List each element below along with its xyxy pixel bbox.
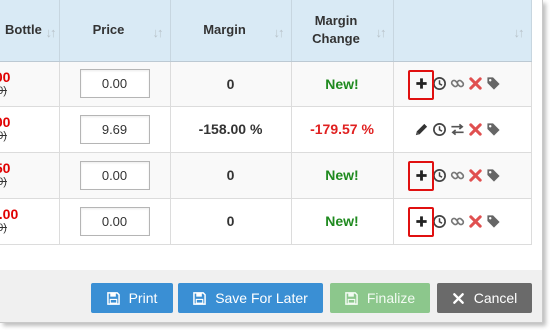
actions-cell: [393, 61, 532, 107]
column-header-margin-change-label-1: Margin: [314, 13, 358, 29]
margin-change-cell: -179.57 %: [291, 106, 394, 153]
column-header-margin-change[interactable]: Margin Change ↓↑: [291, 0, 394, 62]
bottle-new-price: .50: [0, 160, 11, 176]
clock-icon[interactable]: [432, 76, 447, 92]
bottle-old-price: 50): [0, 130, 7, 142]
margin-change-cell: New!: [291, 61, 394, 107]
delete-x-icon[interactable]: [468, 76, 483, 92]
margin-cell: 0: [170, 152, 292, 199]
clock-icon[interactable]: [432, 168, 447, 184]
print-button-label: Print: [128, 290, 158, 306]
actions-cell: [393, 198, 532, 245]
tag-icon[interactable]: [486, 214, 501, 230]
save-for-later-button[interactable]: Save For Later: [178, 283, 323, 313]
bottle-cell: .50 00): [0, 152, 60, 199]
column-header-price[interactable]: Price ↓↑: [59, 0, 171, 62]
save-for-later-button-label: Save For Later: [215, 290, 308, 306]
finalize-button-label: Finalize: [366, 290, 416, 306]
bottle-new-price: 0.00: [0, 206, 19, 222]
close-icon: [452, 292, 464, 304]
link-icon[interactable]: [450, 214, 465, 230]
margin-cell: 0: [170, 61, 292, 107]
tag-icon[interactable]: [486, 168, 501, 184]
delete-x-icon[interactable]: [468, 122, 483, 138]
table-row: .50 00) 0 New!: [0, 152, 532, 199]
margin-change-cell: New!: [291, 198, 394, 245]
bottle-cell: 0.00 00): [0, 198, 60, 245]
price-cell: [59, 61, 171, 107]
save-disk-icon: [193, 291, 207, 305]
bottle-new-price: .00: [0, 114, 11, 130]
margin-value: 0: [226, 213, 235, 229]
cancel-button-label: Cancel: [473, 290, 518, 306]
actions-cell: [393, 106, 532, 153]
plus-icon[interactable]: [414, 214, 429, 230]
pencil-icon[interactable]: [414, 122, 429, 138]
actions-cell: [393, 152, 532, 199]
margin-change-value: New!: [325, 213, 359, 229]
cancel-button[interactable]: Cancel: [437, 283, 532, 313]
bottle-new-price: .00: [0, 68, 11, 85]
save-disk-icon: [106, 291, 120, 305]
margin-change-value: -179.57 %: [310, 121, 374, 137]
bottle-old-price: 00): [0, 222, 7, 234]
margin-change-value: New!: [325, 75, 359, 92]
margin-cell: -158.00 %: [170, 106, 292, 153]
button-bar: Print Save For Later Finalize Cancel: [0, 270, 542, 322]
column-header-price-label: Price: [92, 22, 125, 38]
plus-icon[interactable]: [414, 168, 429, 184]
sort-icon[interactable]: ↓↑: [376, 24, 387, 42]
bottle-old-price: 00): [0, 176, 7, 188]
plus-icon[interactable]: [414, 76, 429, 92]
column-header-margin-label: Margin: [203, 22, 246, 38]
price-cell: [59, 152, 171, 199]
price-cell: [59, 198, 171, 245]
margin-value: 0: [226, 167, 235, 183]
bottle-old-price: 00): [0, 84, 7, 97]
delete-x-icon[interactable]: [468, 168, 483, 184]
finalize-button[interactable]: Finalize: [330, 283, 430, 313]
sort-icon[interactable]: ↓↑: [46, 24, 57, 42]
save-disk-icon: [345, 291, 358, 305]
bottle-cell: .00 50): [0, 106, 60, 153]
margin-value: -158.00 %: [198, 121, 263, 137]
margin-cell: 0: [170, 198, 292, 245]
exchange-icon[interactable]: [450, 122, 465, 138]
price-input[interactable]: [79, 160, 150, 190]
print-button[interactable]: Print: [91, 283, 173, 313]
margin-change-value: New!: [325, 167, 359, 183]
price-cell: [59, 106, 171, 153]
delete-x-icon[interactable]: [468, 214, 483, 230]
column-header-margin-change-label-2: Change: [312, 31, 360, 47]
table-row: .00 50) -158.00 % -179.57 %: [0, 106, 532, 153]
pricing-table: Bottle ↓↑ Price ↓↑ Margin ↓↑ Margin Chan…: [0, 0, 532, 245]
link-icon[interactable]: [450, 76, 465, 92]
sort-icon[interactable]: ↓↑: [153, 24, 164, 42]
column-header-bottle[interactable]: Bottle ↓↑: [0, 0, 60, 62]
price-input[interactable]: [79, 114, 150, 144]
column-header-margin[interactable]: Margin ↓↑: [170, 0, 292, 62]
tag-icon[interactable]: [486, 122, 501, 138]
margin-change-cell: New!: [291, 152, 394, 199]
clock-icon[interactable]: [432, 214, 447, 230]
pricing-panel: Bottle ↓↑ Price ↓↑ Margin ↓↑ Margin Chan…: [0, 0, 543, 323]
sort-icon[interactable]: ↓↑: [274, 24, 285, 42]
table-row: .00 00) 0 New!: [0, 61, 532, 107]
bottle-cell: .00 00): [0, 61, 60, 107]
margin-value: 0: [226, 75, 235, 92]
link-icon[interactable]: [450, 168, 465, 184]
table-row: 0.00 00) 0 New!: [0, 198, 532, 245]
price-input[interactable]: [79, 69, 150, 98]
table-header-row: Bottle ↓↑ Price ↓↑ Margin ↓↑ Margin Chan…: [0, 0, 532, 62]
clock-icon[interactable]: [432, 122, 447, 138]
price-input[interactable]: [79, 206, 150, 236]
sort-icon[interactable]: ↓↑: [514, 24, 525, 42]
column-header-actions[interactable]: ↓↑: [393, 0, 532, 62]
tag-icon[interactable]: [486, 76, 501, 92]
column-header-bottle-label: Bottle: [5, 22, 42, 38]
